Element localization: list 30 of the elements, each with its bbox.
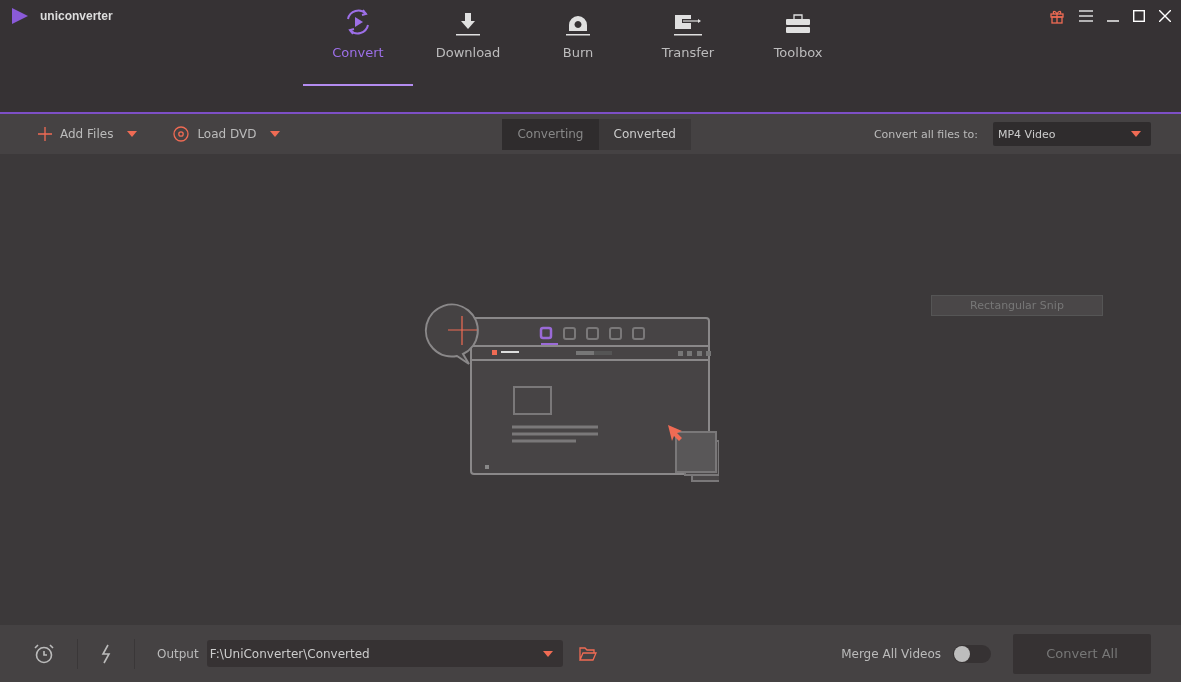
logo-icon (10, 7, 30, 25)
gift-icon[interactable] (1049, 8, 1065, 24)
close-icon[interactable] (1159, 10, 1171, 22)
load-dvd-button[interactable]: Load DVD (173, 126, 257, 142)
caret-icon[interactable] (270, 131, 281, 137)
caret-icon (1131, 131, 1141, 137)
plus-icon (38, 127, 52, 141)
merge-label: Merge All Videos (841, 646, 941, 661)
folder-icon[interactable] (578, 646, 597, 661)
merge-toggle[interactable] (953, 644, 991, 663)
add-files-button[interactable]: Add Files (38, 127, 114, 141)
output-label: Output (157, 646, 199, 661)
convert-all-label: Convert all files to: (873, 127, 978, 141)
view-tab[interactable]: Converting (502, 118, 599, 150)
output-path-dropdown[interactable]: F:\UniConverter\Converted (206, 640, 563, 667)
app-title: uniconverter (40, 9, 113, 23)
caret-icon (542, 650, 553, 657)
nav-tab[interactable]: Burn (523, 4, 633, 84)
alarm-clock-icon[interactable] (33, 642, 55, 665)
disc-icon (173, 126, 190, 142)
nav-tab[interactable]: Transfer (633, 4, 743, 84)
nav-tab[interactable]: Convert (303, 4, 413, 84)
download-icon (455, 11, 481, 37)
nav-tab[interactable]: Toolbox (743, 4, 853, 84)
caret-icon[interactable] (127, 131, 138, 137)
nav-tab[interactable]: Download (413, 4, 523, 84)
lightning-icon[interactable] (100, 643, 112, 664)
maximize-icon[interactable] (1133, 10, 1145, 22)
menu-icon[interactable] (1079, 10, 1093, 22)
format-dropdown[interactable]: MP4 Video (993, 122, 1151, 146)
